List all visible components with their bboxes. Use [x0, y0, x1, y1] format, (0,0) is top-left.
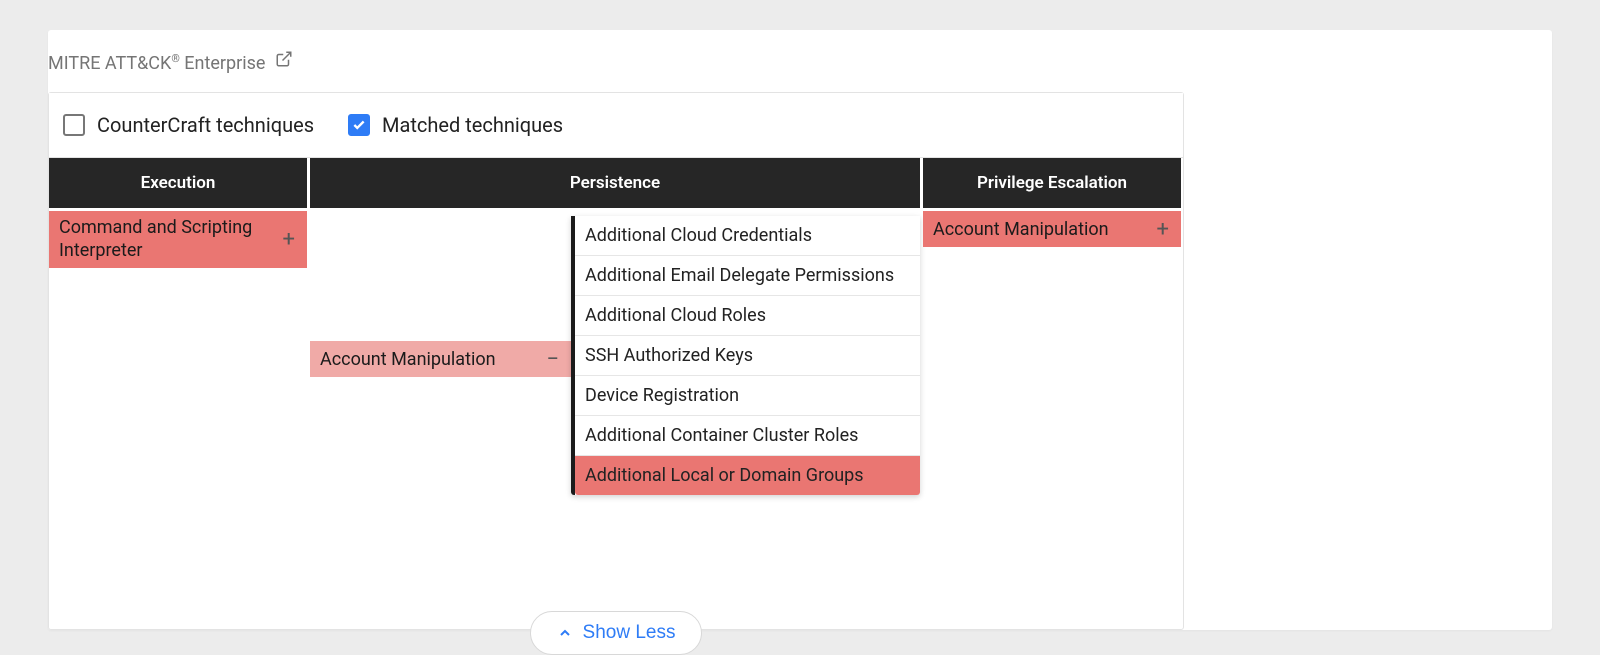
- show-less-wrap: Show Less: [49, 611, 1183, 655]
- subtechnique-item[interactable]: Additional Cloud Roles: [575, 296, 920, 336]
- subtechnique-item[interactable]: Device Registration: [575, 376, 920, 416]
- subtechnique-item[interactable]: Additional Cloud Credentials: [575, 216, 920, 256]
- column-header-privilege-escalation: Privilege Escalation: [923, 158, 1181, 208]
- subtechnique-item[interactable]: Additional Email Delegate Permissions: [575, 256, 920, 296]
- plus-icon: +: [1157, 217, 1171, 242]
- technique-card-persistence[interactable]: Account Manipulation −: [310, 341, 571, 377]
- technique-label: Account Manipulation: [933, 219, 1109, 240]
- filter-countercraft[interactable]: CounterCraft techniques: [63, 113, 314, 137]
- mitre-panel: MITRE ATT&CK® Enterprise CounterCraft te…: [48, 30, 1552, 630]
- matrix-header: Execution Persistence Privilege Escalati…: [49, 158, 1183, 208]
- column-header-persistence: Persistence: [310, 158, 920, 208]
- panel-title-row: MITRE ATT&CK® Enterprise: [48, 52, 1552, 92]
- subtechnique-item[interactable]: Additional Container Cluster Roles: [575, 416, 920, 456]
- matrix-container: CounterCraft techniques Matched techniqu…: [48, 92, 1184, 630]
- subtechnique-list: Additional Cloud CredentialsAdditional E…: [571, 216, 920, 495]
- technique-card-execution[interactable]: Command and Scripting Interpreter +: [49, 211, 307, 268]
- filter-matched-label: Matched techniques: [382, 113, 563, 137]
- show-less-label: Show Less: [583, 622, 676, 644]
- panel-title: MITRE ATT&CK® Enterprise: [48, 52, 265, 74]
- external-link-icon[interactable]: [275, 52, 293, 73]
- checkbox-unchecked-icon: [63, 114, 85, 136]
- filter-countercraft-label: CounterCraft techniques: [97, 113, 314, 137]
- filter-matched[interactable]: Matched techniques: [348, 113, 563, 137]
- show-less-button[interactable]: Show Less: [530, 611, 703, 655]
- matrix-body: Command and Scripting Interpreter + Acco…: [49, 208, 1183, 548]
- plus-icon: +: [283, 226, 297, 254]
- minus-icon: −: [546, 347, 561, 372]
- technique-card-privilege-escalation[interactable]: Account Manipulation +: [923, 211, 1181, 247]
- column-header-execution: Execution: [49, 158, 307, 208]
- filter-row: CounterCraft techniques Matched techniqu…: [49, 93, 1183, 158]
- checkbox-checked-icon: [348, 114, 370, 136]
- subtechnique-item[interactable]: SSH Authorized Keys: [575, 336, 920, 376]
- subtechnique-item[interactable]: Additional Local or Domain Groups: [575, 456, 920, 495]
- chevron-up-icon: [557, 625, 573, 641]
- technique-label: Account Manipulation: [320, 349, 496, 370]
- technique-label: Command and Scripting Interpreter: [59, 217, 283, 262]
